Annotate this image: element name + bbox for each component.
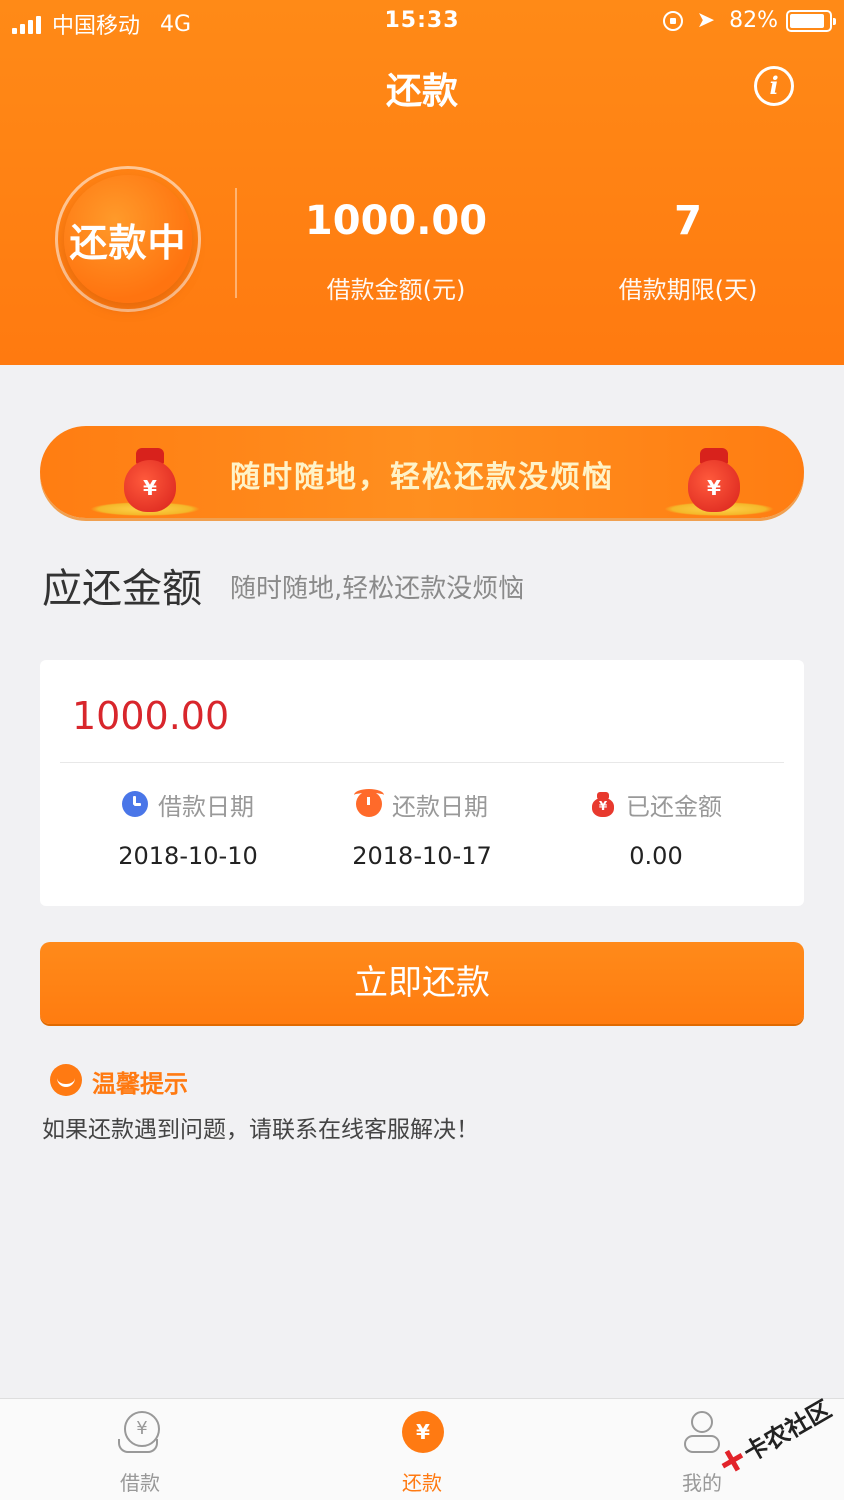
tips-title: 温馨提示 (92, 1070, 188, 1098)
loan-hand-icon: ¥ (118, 1411, 162, 1455)
location-icon: ➤ (696, 8, 716, 33)
tab-repay-label: 还款 (402, 1471, 442, 1495)
repay-date-column: 还款日期 2018-10-17 (302, 788, 542, 870)
loan-amount-label: 借款金额(元) (326, 276, 466, 304)
loan-term-stat: 7 借款期限(天) (590, 198, 786, 305)
promo-banner[interactable]: ¥ 随时随地，轻松还款没烦恼 ¥ (40, 426, 804, 518)
repay-date-value: 2018-10-17 (352, 842, 492, 870)
repaid-amount-label: 已还金额 (626, 792, 722, 821)
repay-yen-icon: ¥ (400, 1411, 444, 1455)
alarm-clock-icon (354, 789, 384, 817)
loan-date-label: 借款日期 (158, 792, 254, 821)
tab-loan-label: 借款 (120, 1471, 160, 1495)
amount-due-subtitle: 随时随地,轻松还款没烦恼 (230, 574, 525, 604)
status-right: ➤ 82% (662, 8, 836, 33)
info-button[interactable]: i (754, 66, 794, 106)
rotation-lock-icon (662, 10, 683, 31)
battery-icon (786, 9, 836, 32)
tab-repay[interactable]: ¥ 还款 (362, 1411, 482, 1496)
card-divider (60, 762, 784, 763)
amount-due-value: 1000.00 (72, 694, 230, 738)
repaid-amount-column: ¥ 已还金额 0.00 (536, 788, 776, 870)
header-divider (235, 188, 237, 298)
amount-due-title: 应还金额 (42, 566, 202, 612)
loan-term-value: 7 (674, 198, 702, 244)
smile-icon (50, 1064, 82, 1096)
repayment-card: 1000.00 借款日期 2018-10-10 还款日期 2018-10-17 … (40, 660, 804, 906)
header: 中国移动 4G 15:33 ➤ 82% 还款 i 还款中 1000.00 借款金… (0, 0, 844, 365)
repayment-status-badge: 还款中 (55, 166, 201, 312)
money-bag-icon: ¥ (684, 444, 744, 512)
loan-term-label: 借款期限(天) (618, 276, 758, 304)
repay-now-button[interactable]: 立即还款 (40, 942, 804, 1024)
status-badge-label: 还款中 (64, 175, 192, 303)
tab-loan[interactable]: ¥ 借款 (80, 1411, 200, 1496)
repay-date-label: 还款日期 (392, 792, 488, 821)
money-bag-icon: ¥ (590, 791, 616, 817)
loan-date-value: 2018-10-10 (118, 842, 258, 870)
page-title: 还款 (385, 71, 458, 112)
repaid-amount-value: 0.00 (629, 842, 683, 870)
clock-icon (122, 791, 148, 817)
loan-amount-stat: 1000.00 借款金额(元) (296, 198, 496, 305)
battery-percent: 82% (729, 8, 778, 33)
status-bar: 中国移动 4G 15:33 ➤ 82% (0, 0, 844, 44)
loan-date-column: 借款日期 2018-10-10 (68, 788, 308, 870)
loan-amount-value: 1000.00 (304, 198, 488, 244)
tips-text: 如果还款遇到问题，请联系在线客服解决！ (42, 1117, 479, 1143)
